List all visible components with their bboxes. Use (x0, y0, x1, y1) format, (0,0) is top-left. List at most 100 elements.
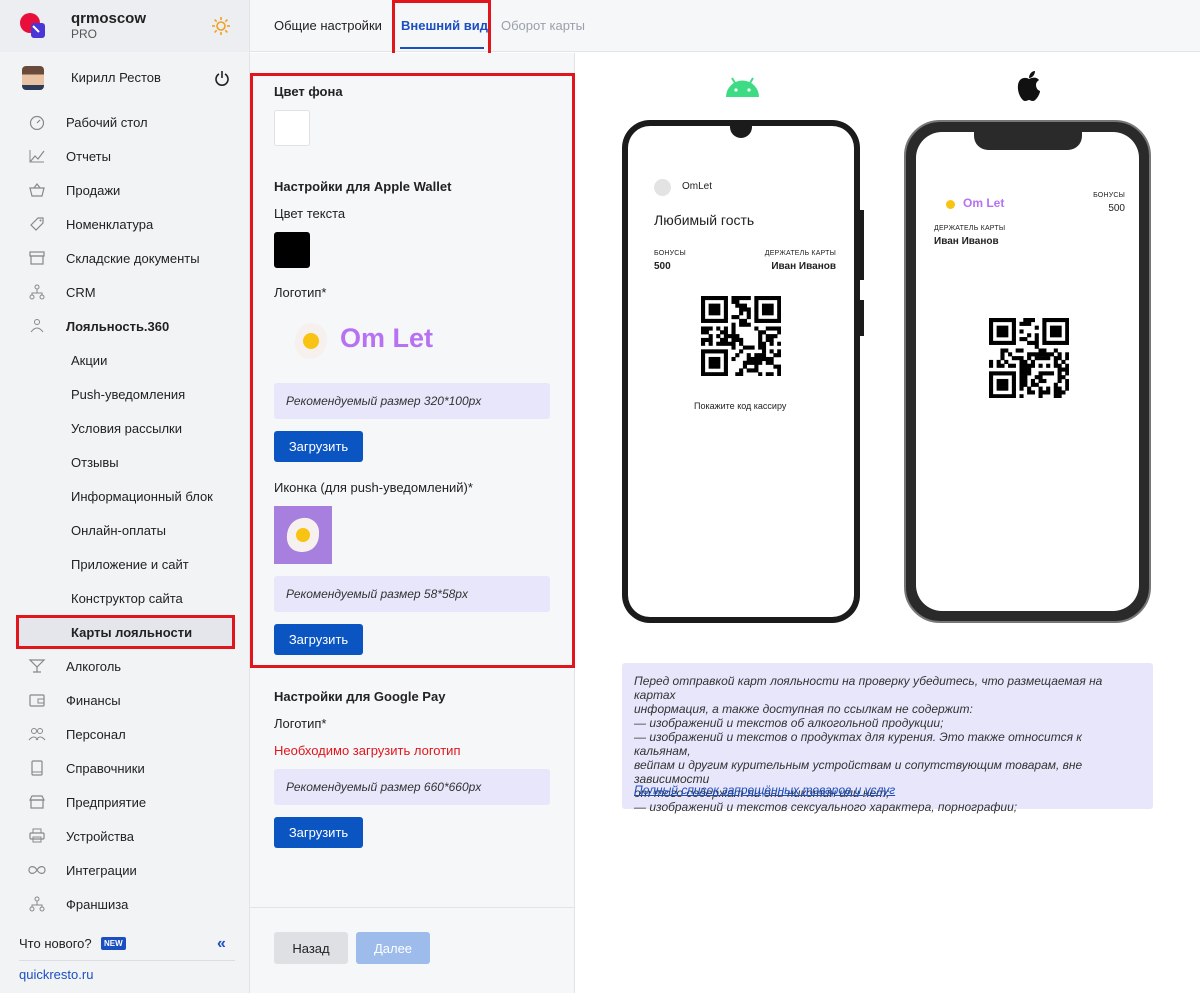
basket-icon (29, 183, 45, 197)
qr-pattern (701, 296, 782, 377)
nav-label: Карты лояльности (71, 625, 193, 640)
nav-label: Продажи (66, 183, 121, 198)
nav-site-builder[interactable]: Конструктор сайта (0, 581, 249, 615)
nav-online-payments[interactable]: Онлайн-оплаты (0, 513, 249, 547)
back-button[interactable]: Назад (274, 932, 348, 964)
nav-label: Алкоголь (66, 659, 122, 674)
google-logo-label: Логотип* (274, 716, 327, 731)
people-icon (28, 728, 46, 741)
android-qr-code (701, 296, 782, 377)
tab-bar: Общие настройки Внешний вид Оборот карты (250, 0, 1200, 58)
nav-label: Приложение и сайт (71, 557, 189, 572)
forbidden-list-link[interactable]: Полный список запрещённых товаров и услу… (634, 783, 895, 797)
collapse-sidebar-icon[interactable]: « (217, 935, 226, 953)
apple-icon (1017, 71, 1040, 101)
whats-new-link[interactable]: Что нового? (19, 936, 92, 951)
restrictions-notice: Перед отправкой карт лояльности на прове… (622, 663, 1153, 814)
chart-icon (29, 150, 45, 163)
nav-push[interactable]: Push-уведомления (0, 377, 249, 411)
upload-google-logo-button[interactable]: Загрузить (274, 817, 363, 848)
google-logo-error: Необходимо загрузить логотип (274, 743, 461, 758)
brand-plan: PRO (71, 27, 98, 41)
nav-reviews[interactable]: Отзывы (0, 445, 249, 479)
site-link[interactable]: quickresto.ru (19, 967, 93, 982)
nav-mailing-conditions[interactable]: Условия рассылки (0, 411, 249, 445)
nav-label: Интеграции (66, 863, 137, 878)
android-holder-label: ДЕРЖАТЕЛЬ КАРТЫ (764, 250, 836, 257)
iphone-notch (974, 132, 1082, 150)
android-bonus-value: 500 (654, 261, 671, 272)
nav-label: Отчеты (66, 149, 111, 164)
apple-card-logo-dot (946, 200, 955, 209)
google-size-hint: Рекомендуемый размер 660*660px (274, 769, 550, 805)
hierarchy-icon (29, 284, 45, 300)
nav-label: Франшиза (66, 897, 129, 912)
nav-label: Складские документы (66, 251, 200, 266)
apple-settings-highlight (250, 73, 575, 668)
nav-info-block[interactable]: Информационный блок (0, 479, 249, 513)
nav-loyalty-cards[interactable]: Карты лояльности (0, 615, 249, 649)
android-phone: OmLet Любимый гость БОНУСЫ 500 ДЕРЖАТЕЛЬ… (622, 120, 864, 623)
android-card-title: Любимый гость (654, 212, 755, 228)
nav-label: Справочники (66, 761, 145, 776)
nav-crm[interactable]: CRM (0, 275, 249, 309)
apple-bonus-label: БОНУСЫ (1093, 192, 1125, 199)
dashboard-icon (29, 115, 45, 130)
nav-label: Персонал (66, 727, 126, 742)
iphone: Om Let БОНУСЫ 500 ДЕРЖАТЕЛЬ КАРТЫ Иван И… (904, 120, 1151, 623)
nav-warehouse-docs[interactable]: Складские документы (0, 241, 249, 275)
tab-highlight (392, 0, 491, 58)
nav-loyalty[interactable]: Лояльность.360 (0, 309, 249, 343)
infinity-icon (28, 866, 46, 874)
avatar (22, 66, 44, 90)
loyalty-icon (30, 319, 44, 333)
next-button[interactable]: Далее (356, 932, 430, 964)
nav-references[interactable]: Справочники (0, 751, 249, 785)
apple-holder-value: Иван Иванов (934, 236, 999, 247)
nav-label: Онлайн-оплаты (71, 523, 166, 538)
nav-nomenclature[interactable]: Номенклатура (0, 207, 249, 241)
nav-integrations[interactable]: Интеграции (0, 853, 249, 887)
nav-label: Рабочий стол (66, 115, 148, 130)
nav-alcohol[interactable]: Алкоголь (0, 649, 249, 683)
google-pay-heading: Настройки для Google Pay (274, 689, 446, 704)
brand-logo[interactable] (19, 12, 47, 40)
nav-label: Финансы (66, 693, 121, 708)
nav-label: CRM (66, 285, 96, 300)
nav-finance[interactable]: Финансы (0, 683, 249, 717)
power-icon[interactable] (214, 70, 230, 86)
store-icon (29, 795, 45, 809)
android-card-name: OmLet (682, 181, 713, 192)
nav-label: Номенклатура (66, 217, 154, 232)
brand-name: qrmoscow (71, 10, 147, 27)
nav-devices[interactable]: Устройства (0, 819, 249, 853)
apple-qr-code (989, 318, 1070, 399)
nav-label: Лояльность.360 (66, 319, 170, 334)
nav-enterprise[interactable]: Предприятие (0, 785, 249, 819)
card-avatar (654, 179, 671, 196)
archive-icon (29, 251, 45, 265)
nav-staff[interactable]: Персонал (0, 717, 249, 751)
sun-icon[interactable] (211, 16, 231, 36)
panel-footer-divider (250, 907, 575, 908)
android-holder-value: Иван Иванов (771, 261, 836, 272)
nav-franchise[interactable]: Франшиза (0, 887, 249, 921)
tag-icon (30, 217, 44, 231)
new-badge: NEW (101, 937, 126, 950)
wallet-icon (29, 694, 45, 707)
nav-label: Информационный блок (71, 489, 213, 504)
user-profile[interactable]: Кирилл Рестов (0, 60, 249, 96)
nav-sales[interactable]: Продажи (0, 173, 249, 207)
iphone-screen: Om Let БОНУСЫ 500 ДЕРЖАТЕЛЬ КАРТЫ Иван И… (916, 132, 1139, 611)
nav-reports[interactable]: Отчеты (0, 139, 249, 173)
cocktail-icon (28, 659, 46, 673)
tab-general[interactable]: Общие настройки (274, 18, 382, 33)
power-button (860, 300, 864, 336)
apple-holder-label: ДЕРЖАТЕЛЬ КАРТЫ (934, 225, 1006, 232)
tab-card-turnover[interactable]: Оборот карты (501, 18, 585, 33)
nav-label: Push-уведомления (71, 387, 186, 402)
nav-app-site[interactable]: Приложение и сайт (0, 547, 249, 581)
nav-dashboard[interactable]: Рабочий стол (0, 105, 249, 139)
android-qr-hint: Покажите код кассиру (694, 401, 787, 411)
nav-promotions[interactable]: Акции (0, 343, 249, 377)
